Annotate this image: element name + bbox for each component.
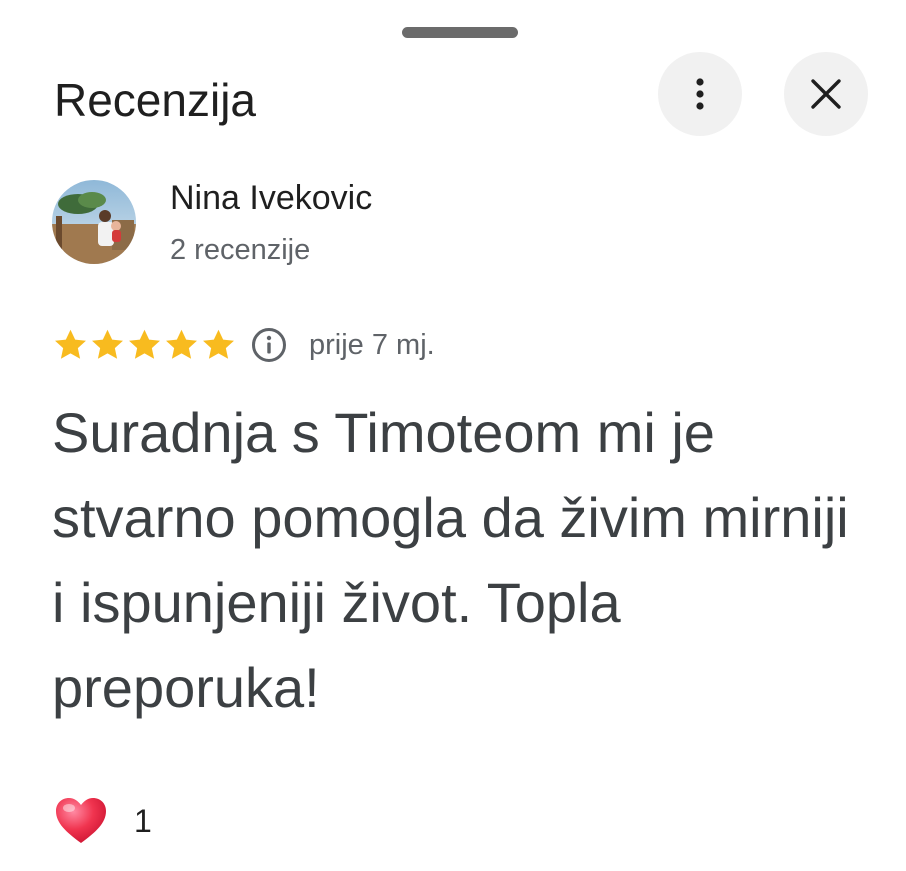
profile-photo — [52, 180, 136, 264]
author-review-count: 2 recenzije — [170, 234, 311, 266]
review-text: Suradnja s Timoteom mi je stvarno pomogl… — [52, 401, 849, 719]
info-icon[interactable] — [251, 327, 287, 363]
close-icon — [811, 79, 841, 109]
rating-row: prije 7 mj. — [52, 322, 435, 368]
star-icon — [92, 329, 123, 359]
star-icon — [203, 329, 234, 359]
reaction-count: 1 — [134, 803, 152, 839]
avatar[interactable] — [52, 180, 136, 264]
page-title: Recenzija — [54, 74, 256, 126]
drag-handle[interactable] — [402, 27, 518, 38]
more-options-button[interactable] — [658, 52, 742, 136]
like-reaction-button[interactable]: 1 — [54, 796, 152, 846]
star-rating — [52, 327, 237, 363]
heart-icon — [56, 798, 106, 843]
close-button[interactable] — [784, 52, 868, 136]
more-vertical-icon — [696, 78, 704, 110]
author-name[interactable]: Nina Ivekovic — [170, 178, 372, 218]
star-icon — [129, 329, 160, 359]
review-time: prije 7 mj. — [309, 329, 435, 361]
star-icon — [55, 329, 86, 359]
star-icon — [166, 329, 197, 359]
